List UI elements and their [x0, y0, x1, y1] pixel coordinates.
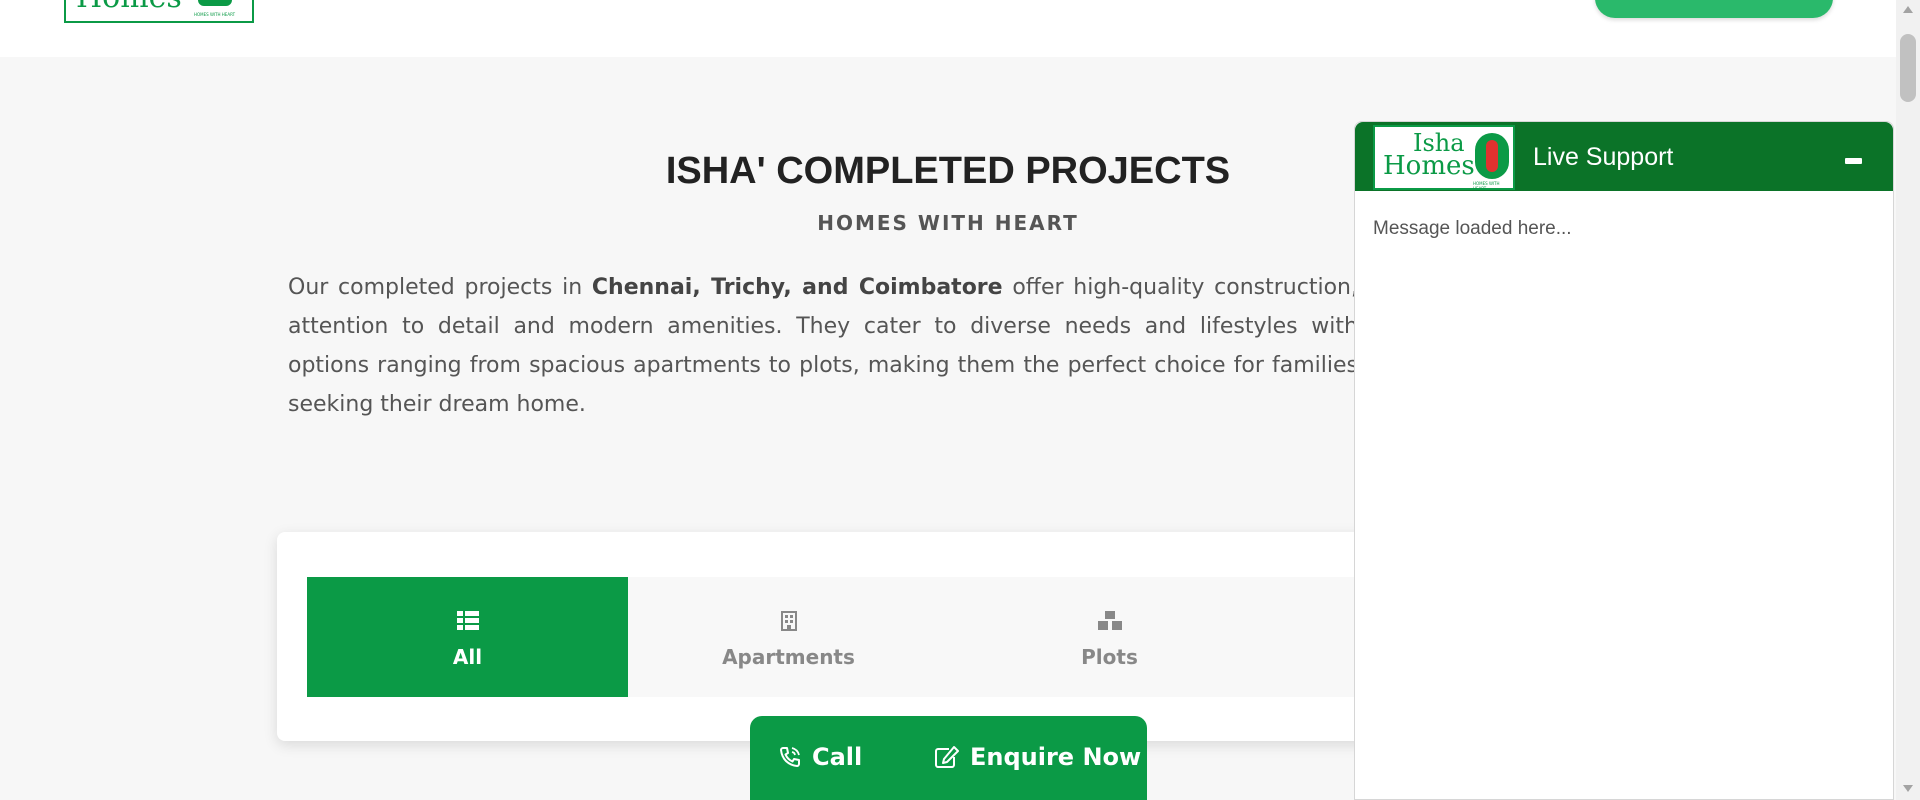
- call-label: Call: [812, 743, 863, 771]
- scroll-up-arrow-icon[interactable]: [1903, 6, 1913, 13]
- enquire-now-label: Enquire Now: [970, 743, 1142, 771]
- chat-logo-tagline: HOMES WITH HEART: [1473, 181, 1500, 191]
- phone-icon: [780, 747, 800, 767]
- scrollbar-thumb[interactable]: [1900, 34, 1916, 102]
- logo-wordmark: Homes: [76, 0, 182, 15]
- logo-tagline: HOMES WITH HEART: [194, 12, 236, 17]
- tab-apartments[interactable]: Apartments: [628, 577, 949, 697]
- description-text-start: Our completed projects in: [288, 275, 592, 300]
- tab-plots-label: Plots: [1081, 645, 1138, 669]
- chat-header[interactable]: Isha Homes HOMES WITH HEART Live Support: [1355, 122, 1893, 191]
- minimize-icon[interactable]: [1845, 158, 1862, 164]
- page-scrollbar[interactable]: [1896, 0, 1920, 800]
- section-description: Our completed projects in Chennai, Trich…: [288, 268, 1358, 424]
- enquire-now-button[interactable]: Enquire Now: [934, 743, 1141, 771]
- call-button[interactable]: Call: [778, 743, 862, 771]
- logo-mark-icon: [198, 0, 232, 6]
- chat-logo-homes: Homes: [1383, 151, 1475, 181]
- tab-plots[interactable]: Plots: [949, 577, 1270, 697]
- tab-all-label: All: [452, 645, 483, 669]
- chat-message: Message loaded here...: [1373, 218, 1572, 239]
- list-icon: [307, 611, 628, 631]
- site-header: Homes HOMES WITH HEART: [0, 0, 1896, 57]
- tab-apartments-label: Apartments: [722, 645, 855, 669]
- scroll-down-arrow-icon[interactable]: [1903, 785, 1913, 792]
- edit-icon: [935, 746, 959, 768]
- chat-title: Live Support: [1533, 143, 1674, 171]
- header-cta-button[interactable]: [1595, 0, 1833, 18]
- project-filter-tabs: All Apartments Plots: [307, 577, 1377, 697]
- building-icon: [628, 611, 949, 631]
- tab-all[interactable]: All: [307, 577, 628, 697]
- floating-contact-bar: Call Enquire Now: [750, 716, 1147, 800]
- logo-mark-icon: [1475, 133, 1509, 179]
- description-cities: Chennai, Trichy, and Coimbatore: [591, 275, 1003, 300]
- site-logo[interactable]: Homes HOMES WITH HEART: [64, 0, 254, 23]
- chat-logo: Isha Homes HOMES WITH HEART: [1373, 125, 1515, 191]
- live-support-widget: Isha Homes HOMES WITH HEART Live Support…: [1354, 121, 1894, 800]
- boxes-icon: [949, 611, 1270, 631]
